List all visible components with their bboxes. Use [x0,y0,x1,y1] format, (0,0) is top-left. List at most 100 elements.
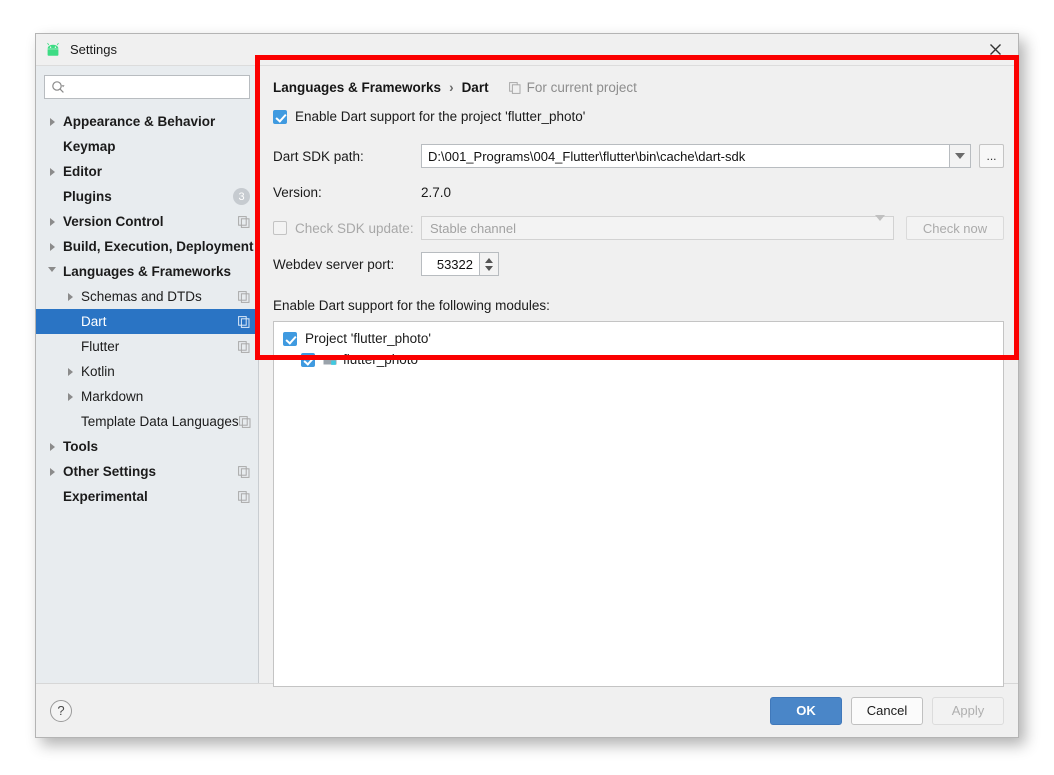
sdk-path-input[interactable]: D:\001_Programs\004_Flutter\flutter\bin\… [421,144,950,168]
sidebar-item-tools[interactable]: Tools [36,434,258,459]
chevron-right-icon[interactable] [64,366,76,378]
check-sdk-update-row: Check SDK update: Stable channel Check n… [273,214,1004,240]
sidebar-item-label: Schemas and DTDs [81,289,202,304]
chevron-right-icon[interactable] [64,291,76,303]
sidebar-item-plugins[interactable]: Plugins 3 [36,184,258,209]
check-sdk-update-label: Check SDK update: [295,220,414,236]
sidebar-item-dart[interactable]: Dart [36,309,258,334]
sidebar-item-version-control[interactable]: Version Control [36,209,258,234]
screenshot-root: Settings Appearance & Behavior Keymap Ed… [0,0,1054,775]
module-icon [323,355,337,365]
sidebar-item-label: Dart [81,314,107,329]
sidebar-item-label: Flutter [81,339,120,354]
sidebar-item-label: Languages & Frameworks [63,264,232,279]
dialog-body: Appearance & Behavior Keymap Editor Plugins… [36,65,1018,687]
modules-section-label: Enable Dart support for the following mo… [273,298,550,313]
enable-dart-support-checkbox[interactable] [273,109,287,124]
chevron-down-icon[interactable] [46,266,58,278]
chevron-up-icon[interactable] [485,257,493,263]
module-checkbox[interactable] [283,331,297,346]
sidebar-item-label: Markdown [81,389,144,404]
sidebar-item-kotlin[interactable]: Kotlin [36,359,258,384]
webdev-port-label: Webdev server port: [273,256,395,272]
module-row[interactable]: flutter_photo [274,349,1003,370]
copy-icon [238,215,250,228]
chevron-right-icon[interactable] [64,391,76,403]
sidebar-item-experimental[interactable]: Experimental [36,484,258,509]
plugins-update-badge: 3 [233,188,250,205]
sidebar-item-appearance-behavior[interactable]: Appearance & Behavior [36,109,258,134]
dialog-footer: ? OK Cancel Apply [36,683,1018,737]
sidebar-item-languages-frameworks[interactable]: Languages & Frameworks [36,259,258,284]
webdev-port-stepper[interactable]: 53322 [421,252,499,276]
android-robot-icon [47,42,59,56]
sidebar-search-wrap [36,75,258,109]
sidebar-item-label: Appearance & Behavior [63,114,216,129]
search-input[interactable] [44,75,250,99]
sdk-update-channel-select[interactable]: Stable channel [421,214,894,240]
project-scope-label: For current project [526,80,637,95]
sidebar-item-keymap[interactable]: Keymap [36,134,258,159]
module-label: Project 'flutter_photo' [305,331,431,346]
enable-dart-support-label: Enable Dart support for the project 'flu… [295,109,586,124]
version-value: 2.7.0 [421,184,452,200]
chevron-right-icon[interactable] [46,166,58,178]
sidebar-item-editor[interactable]: Editor [36,159,258,184]
close-button[interactable] [972,34,1018,65]
ok-button[interactable]: OK [770,696,842,725]
sidebar-item-label: Editor [63,164,102,179]
help-button[interactable]: ? [50,699,72,722]
apply-button[interactable]: Apply [932,696,1004,725]
sidebar-item-flutter[interactable]: Flutter [36,334,258,359]
sdk-path-browse-button[interactable]: ... [979,144,1004,168]
chevron-right-icon[interactable] [46,441,58,453]
check-sdk-update-checkbox[interactable] [273,221,287,235]
check-now-button[interactable]: Check now [906,216,1004,240]
breadcrumb-current: Dart [461,80,489,95]
webdev-port-input[interactable]: 53322 [421,252,480,276]
chevron-right-icon[interactable] [46,466,58,478]
sidebar-item-build-execution-deployment[interactable]: Build, Execution, Deployment [36,234,258,259]
check-sdk-update-labelwrap: Check SDK update: [273,221,421,236]
chevron-right-icon[interactable] [46,216,58,228]
sidebar-item-label: Other Settings [63,464,157,479]
chevron-down-icon[interactable] [485,265,493,271]
sdk-path-dropdown-button[interactable] [950,144,971,168]
chevron-right-icon[interactable] [46,116,58,128]
copy-icon [238,490,250,503]
chevron-down-icon [875,214,885,236]
sdk-path-row: Dart SDK path: D:\001_Programs\004_Flutt… [273,144,1004,168]
dialog-titlebar: Settings [36,34,1018,65]
copy-icon [508,81,521,94]
copy-icon [238,290,250,303]
breadcrumb-parent[interactable]: Languages & Frameworks [273,80,441,95]
cancel-button[interactable]: Cancel [851,696,923,725]
sidebar-item-label: Build, Execution, Deployment [63,239,254,254]
dart-settings-form: Dart SDK path: D:\001_Programs\004_Flutt… [273,144,1004,276]
sidebar-item-label: Keymap [63,139,116,154]
sidebar-item-schemas-and-dtds[interactable]: Schemas and DTDs [36,284,258,309]
settings-sidebar: Appearance & Behavior Keymap Editor Plugins… [36,66,259,683]
modules-list[interactable]: Project 'flutter_photo' flutter_photo [273,321,1004,687]
chevron-right-icon[interactable] [46,241,58,253]
sidebar-item-markdown[interactable]: Markdown [36,384,258,409]
copy-icon [238,465,250,478]
sidebar-item-label: Kotlin [81,364,115,379]
sidebar-item-label: Experimental [63,489,148,504]
sidebar-item-other-settings[interactable]: Other Settings [36,459,258,484]
webdev-port-spinner-arrows[interactable] [480,252,499,276]
module-checkbox[interactable] [301,352,315,367]
sidebar-item-template-data-languages[interactable]: Template Data Languages [36,409,258,434]
settings-dialog: Settings Appearance & Behavior Keymap Ed… [35,33,1019,738]
enable-dart-support-row[interactable]: Enable Dart support for the project 'flu… [273,109,1004,124]
dialog-title: Settings [70,42,117,57]
close-icon [989,44,1001,55]
breadcrumb-separator: › [449,80,454,95]
webdev-port-row: Webdev server port: 53322 [273,252,1004,276]
sidebar-item-label: Plugins [63,189,112,204]
version-row: Version: 2.7.0 [273,180,1004,204]
settings-tree: Appearance & Behavior Keymap Editor Plugins… [36,109,258,509]
module-row[interactable]: Project 'flutter_photo' [274,328,1003,349]
project-scope-indicator: For current project [508,80,637,95]
chevron-down-icon [955,153,965,159]
